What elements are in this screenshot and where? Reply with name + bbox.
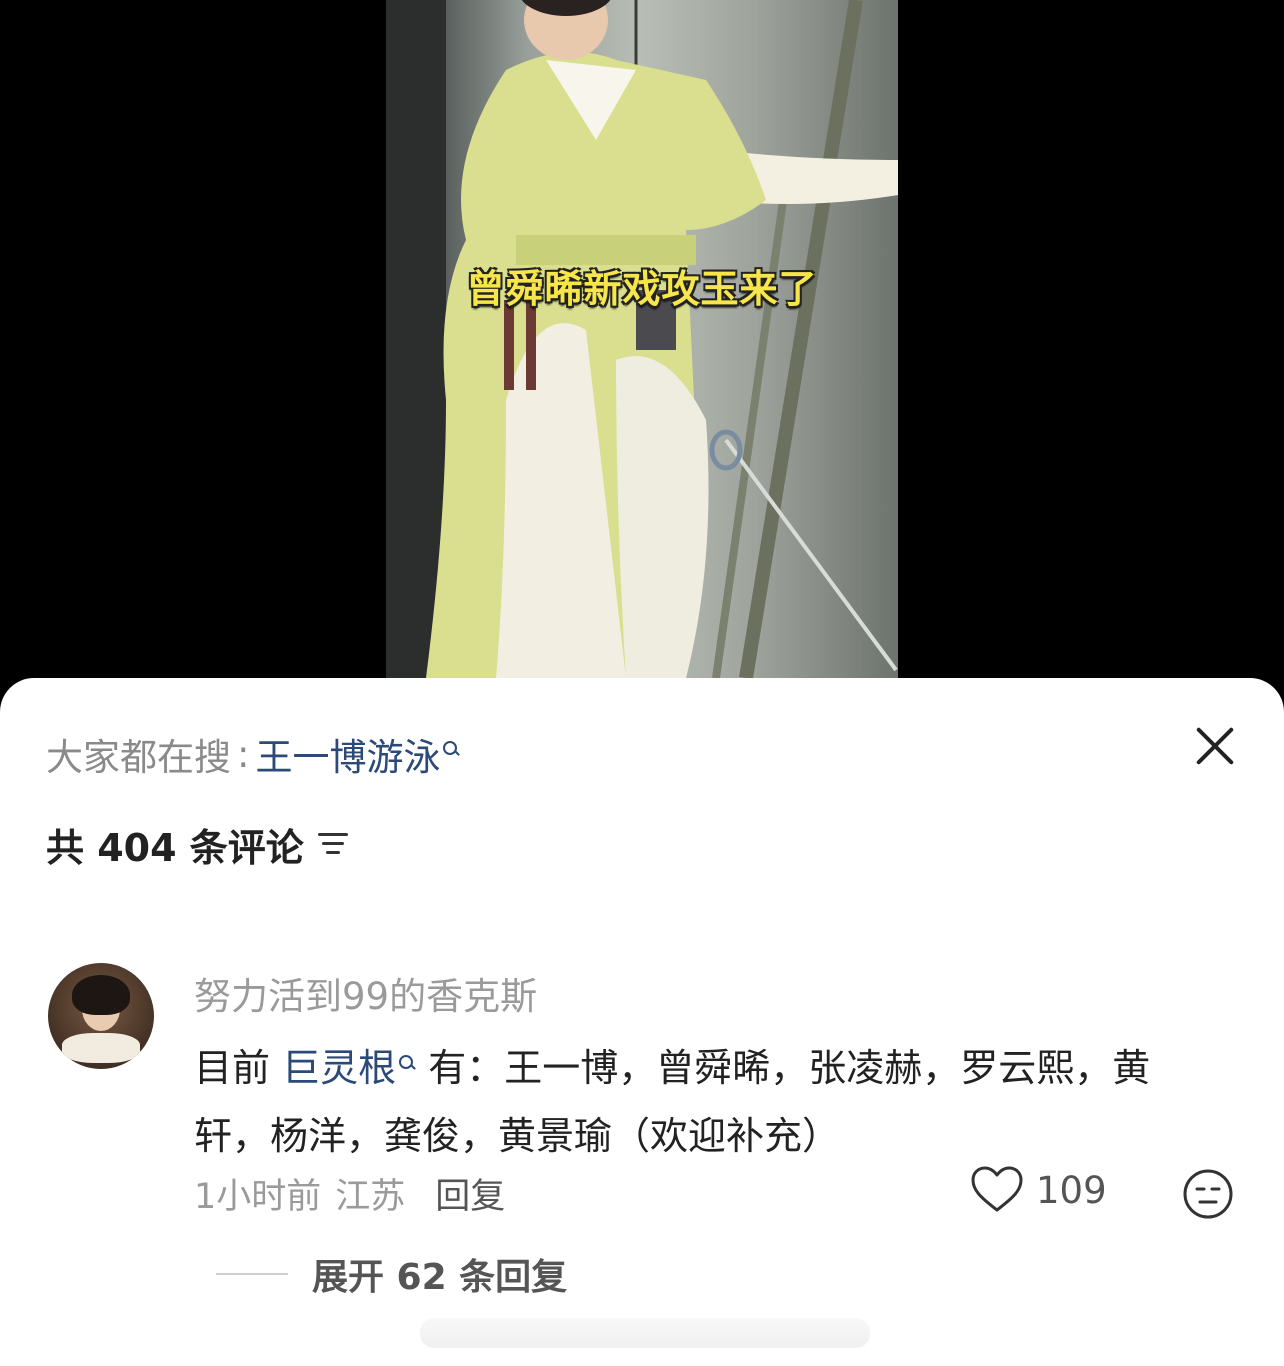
strap (504, 300, 514, 390)
like-count: 109 (1036, 1168, 1107, 1212)
video-frame[interactable]: 曾舜晞新戏攻玉来了 (386, 0, 898, 678)
comment-username[interactable]: 努力活到99的香克斯 (194, 966, 537, 1020)
video-scene (386, 0, 898, 678)
trousers-2 (616, 356, 709, 678)
like-button[interactable]: 109 (970, 1166, 1107, 1214)
dislike-button[interactable] (1182, 1168, 1234, 1224)
video-player[interactable]: 曾舜晞新戏攻玉来了 (0, 0, 1284, 700)
expand-replies[interactable]: 展开 62 条回复 (216, 1248, 567, 1300)
comment-count-header: 共 404 条评论 (46, 816, 348, 872)
comment-body: 目前 巨灵根 有：王一博，曾舜晞，张凌赫，罗云熙，黄轩，杨洋，龚俊，黄景瑜（欢迎… (194, 1034, 1214, 1170)
comment-topic-link[interactable]: 巨灵根 (282, 1046, 396, 1090)
trending-search-separator: : (237, 732, 250, 776)
comment-meta: 1小时前 江苏 回复 (194, 1168, 505, 1219)
tree-trunk (386, 0, 446, 678)
comment-location: 江苏 (335, 1177, 406, 1217)
search-icon[interactable] (442, 737, 460, 771)
search-icon[interactable] (398, 1051, 416, 1081)
comment-time: 1小时前 (194, 1177, 322, 1217)
close-icon[interactable] (1192, 722, 1238, 768)
heart-icon (971, 1166, 1023, 1212)
trending-search-label: 大家都在搜 (46, 736, 231, 779)
avatar[interactable] (48, 963, 154, 1069)
trending-search-link[interactable]: 王一博游泳 (255, 727, 440, 781)
expand-replies-label: 展开 62 条回复 (312, 1257, 568, 1298)
trending-search: 大家都在搜 : 王一博游泳 (46, 726, 460, 782)
home-indicator (420, 1318, 870, 1348)
sort-icon[interactable] (317, 831, 348, 857)
reply-button[interactable]: 回复 (435, 1168, 505, 1219)
comment-text-before: 目前 (194, 1046, 283, 1090)
comment-count: 共 404 条评论 (46, 825, 304, 870)
video-caption: 曾舜晞新戏攻玉来了 (466, 267, 818, 311)
replies-divider (216, 1273, 288, 1275)
bamboo-pole-2 (712, 179, 790, 678)
comment-sheet: 大家都在搜 : 王一博游泳 共 404 条评论 努力活到99的香克斯 目前 巨灵… (0, 678, 1284, 1366)
neutral-face-icon (1183, 1169, 1233, 1219)
strap-2 (526, 300, 536, 390)
